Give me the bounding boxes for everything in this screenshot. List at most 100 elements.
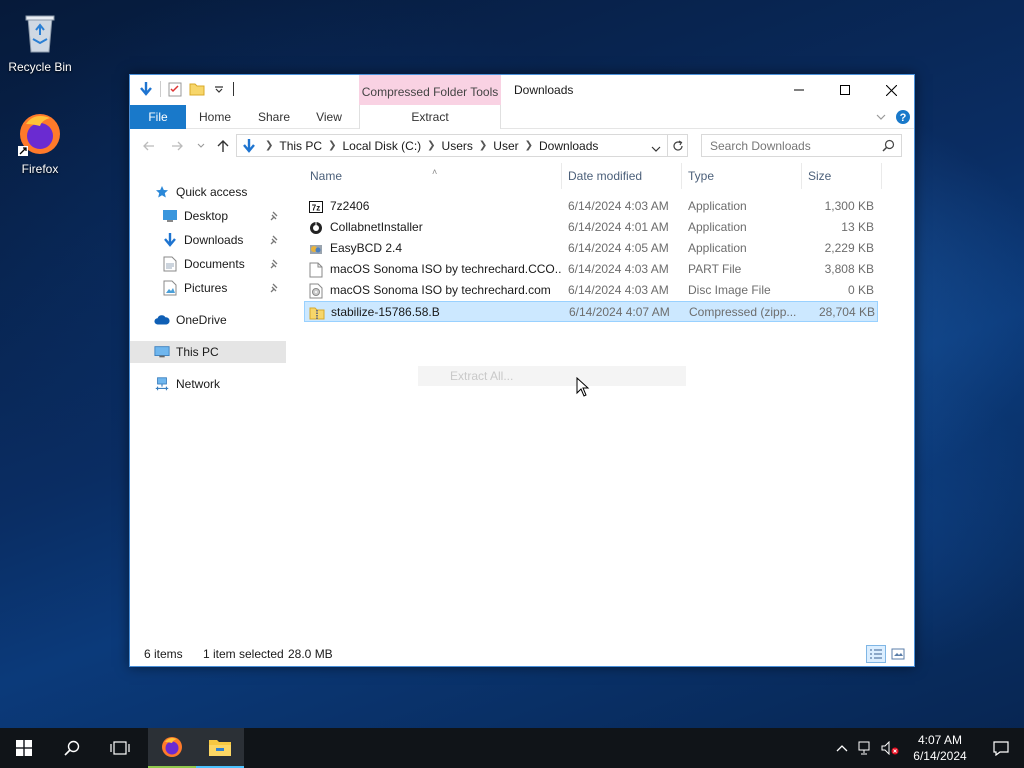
quick-access-toolbar [138,81,234,97]
nav-item-label: Network [176,377,221,391]
nav-item-onedrive[interactable]: OneDrive [130,309,286,331]
tab-share[interactable]: Share [250,105,298,129]
clock-date: 6/14/2024 [913,749,967,763]
system-tray: 4:07 AM 6/14/2024 [830,728,1024,768]
file-row[interactable]: macOS Sonoma ISO by techrechard.CCO... 6… [304,259,878,280]
expand-ribbon-chevron-icon[interactable] [872,108,890,126]
network-icon [154,376,170,392]
taskbar-file-explorer-button[interactable] [196,728,244,768]
breadcrumb-user[interactable]: User [493,139,518,153]
taskbar-firefox-button[interactable] [148,728,196,768]
nav-item-downloads[interactable]: Downloads [130,229,286,251]
caption-buttons [776,75,914,105]
help-icon[interactable]: ? [894,108,912,126]
nav-item-quick-access[interactable]: Quick access [130,181,286,203]
new-folder-icon[interactable] [189,81,205,97]
file-name: stabilize-15786.58.B [331,305,440,319]
firefox-label: Firefox [21,162,59,176]
forward-button[interactable] [168,136,186,156]
breadcrumb-separator[interactable]: ❯ [525,140,533,151]
nav-item-desktop[interactable]: Desktop [130,205,286,227]
network-status-icon[interactable] [854,728,878,768]
recent-locations-chevron-icon[interactable] [192,136,210,156]
file-type: Compressed (zipp... [689,305,797,319]
ribbon-tabs: File Home Share View Extract ? [130,105,914,129]
title-bar: Compressed Folder Tools Downloads [130,75,914,105]
file-size: 0 KB [847,283,874,297]
tab-view[interactable]: View [306,105,352,129]
customize-qat-chevron-icon[interactable] [211,81,227,97]
file-row-selected[interactable]: stabilize-15786.58.B 6/14/2024 4:07 AM C… [304,301,878,322]
address-bar[interactable]: ❯ This PC ❯ Local Disk (C:) ❯ Users ❯ Us… [236,134,688,157]
file-type: Application [688,241,747,255]
nav-item-label: Downloads [184,233,244,247]
down-arrow-icon[interactable] [138,81,154,97]
show-hidden-icons-chevron-icon[interactable] [830,728,854,768]
column-header-size[interactable]: Size [802,163,882,189]
search-input[interactable]: Search Downloads [701,134,902,157]
properties-icon[interactable] [167,81,183,97]
column-header-type[interactable]: Type [682,163,802,189]
file-row[interactable]: macOS Sonoma ISO by techrechard.com 6/14… [304,280,878,301]
nav-item-documents[interactable]: Documents [130,253,286,275]
computer-icon [154,344,170,360]
nav-item-this-pc[interactable]: This PC [130,341,286,363]
nav-item-label: Documents [184,257,245,271]
breadcrumb-downloads[interactable]: Downloads [539,139,598,153]
up-button[interactable] [214,136,232,156]
maximize-button[interactable] [822,75,868,105]
file-date: 6/14/2024 4:05 AM [568,241,669,255]
breadcrumb-separator[interactable]: ❯ [328,140,336,151]
file-type: Disc Image File [688,283,771,297]
breadcrumb-this-pc[interactable]: This PC [279,139,322,153]
firefox-icon [16,110,64,158]
desktop-icon-recycle-bin[interactable]: Recycle Bin [0,8,80,74]
large-icons-view-icon[interactable] [888,645,908,663]
breadcrumb-separator[interactable]: ❯ [479,140,487,151]
pin-icon[interactable] [270,282,280,296]
context-menu-extract-all[interactable]: Extract All... [418,366,686,386]
file-row[interactable]: EasyBCD 2.4 6/14/2024 4:05 AM Applicatio… [304,238,878,259]
desktop-icon-firefox[interactable]: Firefox [0,110,80,176]
breadcrumb-users[interactable]: Users [442,139,473,153]
onedrive-cloud-icon [154,312,170,328]
volume-muted-icon[interactable] [878,728,902,768]
sort-ascending-icon: ˄ [432,167,438,177]
file-row[interactable]: CollabnetInstaller 6/14/2024 4:01 AM App… [304,217,878,238]
status-bar: 6 items 1 item selected 28.0 MB [130,642,914,666]
file-name: EasyBCD 2.4 [330,241,403,255]
address-dropdown-chevron-icon[interactable] [651,141,661,155]
close-button[interactable] [868,75,914,105]
nav-item-network[interactable]: Network [130,373,286,395]
tab-home[interactable]: Home [192,105,238,129]
firefox-icon [160,735,184,762]
file-name: macOS Sonoma ISO by techrechard.CCO... [330,262,562,276]
file-row[interactable]: 7z 7z2406 6/14/2024 4:03 AM Application … [304,196,878,217]
downloads-location-icon [241,138,257,154]
action-center-button[interactable] [978,728,1024,768]
refresh-icon[interactable] [667,135,687,156]
file-explorer-window: Compressed Folder Tools Downloads File H… [129,74,915,667]
pin-icon[interactable] [270,234,280,248]
file-type: Application [688,199,747,213]
task-view-button[interactable] [96,728,144,768]
file-date: 6/14/2024 4:01 AM [568,220,669,234]
breadcrumb-local-disk[interactable]: Local Disk (C:) [342,139,421,153]
pin-icon[interactable] [270,210,280,224]
search-button[interactable] [48,728,96,768]
nav-item-pictures[interactable]: Pictures [130,277,286,299]
details-view-icon[interactable] [866,645,886,663]
pin-icon[interactable] [270,258,280,272]
qat-end-divider [233,82,234,96]
tab-extract[interactable]: Extract [359,105,501,129]
start-button[interactable] [0,728,48,768]
column-header-date[interactable]: Date modified [562,163,682,189]
taskbar-clock[interactable]: 4:07 AM 6/14/2024 [902,732,978,764]
minimize-button[interactable] [776,75,822,105]
tab-file[interactable]: File [130,105,186,129]
file-name: 7z2406 [330,199,370,213]
contextual-tab-group-label: Compressed Folder Tools [359,75,501,105]
column-header-name[interactable]: Name ˄ [304,163,562,189]
back-button[interactable] [140,136,158,156]
breadcrumb-separator[interactable]: ❯ [427,140,435,151]
